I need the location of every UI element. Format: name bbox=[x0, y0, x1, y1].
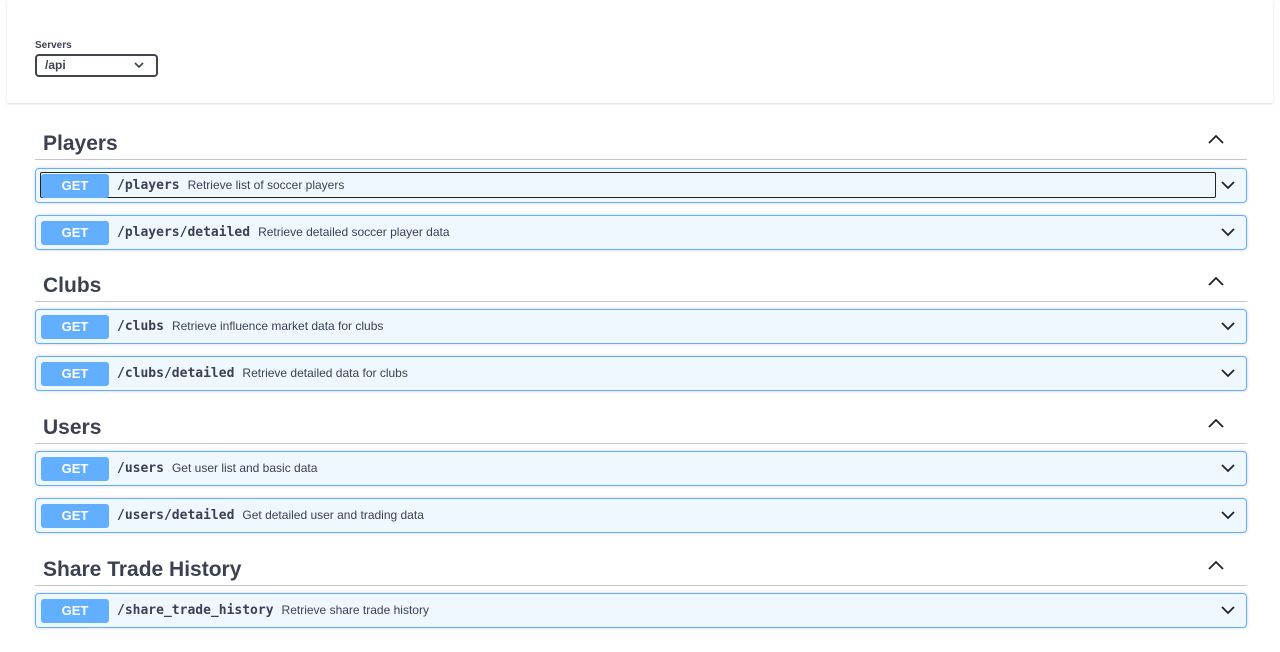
operation-get-users-detailed[interactable]: GET /users/detailed Get detailed user and… bbox=[35, 498, 1247, 533]
operation-get-share-trade-history[interactable]: GET /share_trade_history Retrieve share t… bbox=[35, 593, 1247, 628]
chevron-down-icon[interactable] bbox=[1220, 509, 1236, 521]
operation-summary: Get detailed user and trading data bbox=[242, 508, 424, 522]
tag-header-share-trade-history[interactable]: Share Trade History bbox=[35, 550, 1247, 586]
operation-path: /players/detailed Retrieve detailed socce… bbox=[117, 225, 450, 240]
chevron-down-icon[interactable] bbox=[1220, 179, 1236, 191]
tag-header-users[interactable]: Users bbox=[35, 408, 1247, 444]
operation-get-users[interactable]: GET /users Get user list and basic data bbox=[35, 451, 1247, 486]
operation-path: /clubs/detailed Retrieve detailed data fo… bbox=[117, 366, 408, 381]
tag-header-clubs[interactable]: Clubs bbox=[35, 266, 1247, 302]
chevron-up-icon[interactable] bbox=[1207, 132, 1225, 146]
tag-header-players[interactable]: Players bbox=[35, 124, 1247, 160]
chevron-down-icon bbox=[134, 62, 144, 69]
operation-path: /share_trade_history Retrieve share trade… bbox=[117, 603, 429, 618]
operation-get-clubs[interactable]: GET /clubs Retrieve influence market data… bbox=[35, 309, 1247, 344]
method-badge: GET bbox=[41, 599, 109, 623]
chevron-down-icon[interactable] bbox=[1220, 367, 1236, 379]
operation-path: /users/detailed Get detailed user and tra… bbox=[117, 508, 424, 523]
operation-get-players[interactable]: GET /players Retrieve list of soccer play… bbox=[35, 168, 1247, 203]
method-badge: GET bbox=[41, 504, 109, 528]
operation-summary: Retrieve detailed soccer player data bbox=[258, 225, 450, 239]
tag-title: Clubs bbox=[43, 274, 102, 297]
tag-section-clubs: Clubs bbox=[35, 266, 1247, 302]
tag-section-users: Users bbox=[35, 408, 1247, 444]
operation-get-players-detailed[interactable]: GET /players/detailed Retrieve detailed s… bbox=[35, 215, 1247, 250]
chevron-down-icon[interactable] bbox=[1220, 226, 1236, 238]
operation-path: /clubs Retrieve influence market data for… bbox=[117, 319, 384, 334]
chevron-up-icon[interactable] bbox=[1207, 274, 1225, 288]
tag-title: Users bbox=[43, 416, 102, 439]
operation-summary: Get user list and basic data bbox=[171, 461, 318, 475]
operation-get-clubs-detailed[interactable]: GET /clubs/detailed Retrieve detailed dat… bbox=[35, 356, 1247, 391]
servers-panel bbox=[7, 0, 1273, 103]
operation-summary: Retrieve list of soccer players bbox=[187, 178, 345, 192]
method-badge: GET bbox=[41, 315, 109, 339]
chevron-down-icon[interactable] bbox=[1220, 604, 1236, 616]
method-badge: GET bbox=[41, 457, 109, 481]
chevron-down-icon[interactable] bbox=[1220, 320, 1236, 332]
operation-path: /players Retrieve list of soccer players bbox=[117, 178, 345, 193]
servers-select[interactable]: /api bbox=[35, 54, 158, 77]
servers-selected-value: /api bbox=[45, 58, 66, 72]
chevron-down-icon[interactable] bbox=[1220, 462, 1236, 474]
method-badge: GET bbox=[41, 362, 109, 386]
operation-summary: Retrieve share trade history bbox=[281, 603, 429, 617]
method-badge: GET bbox=[41, 221, 109, 245]
operation-summary: Retrieve detailed data for clubs bbox=[242, 366, 408, 380]
operation-summary: Retrieve influence market data for clubs bbox=[171, 319, 384, 333]
chevron-up-icon[interactable] bbox=[1207, 558, 1225, 572]
operation-path: /users Get user list and basic data bbox=[117, 461, 318, 476]
tag-title: Share Trade History bbox=[43, 558, 242, 581]
method-badge: GET bbox=[41, 174, 109, 198]
tag-section-share-trade-history: Share Trade History bbox=[35, 550, 1247, 586]
tag-title: Players bbox=[43, 132, 118, 155]
chevron-up-icon[interactable] bbox=[1207, 416, 1225, 430]
servers-label: Servers bbox=[35, 40, 72, 51]
tag-section-players: Players bbox=[35, 124, 1247, 160]
